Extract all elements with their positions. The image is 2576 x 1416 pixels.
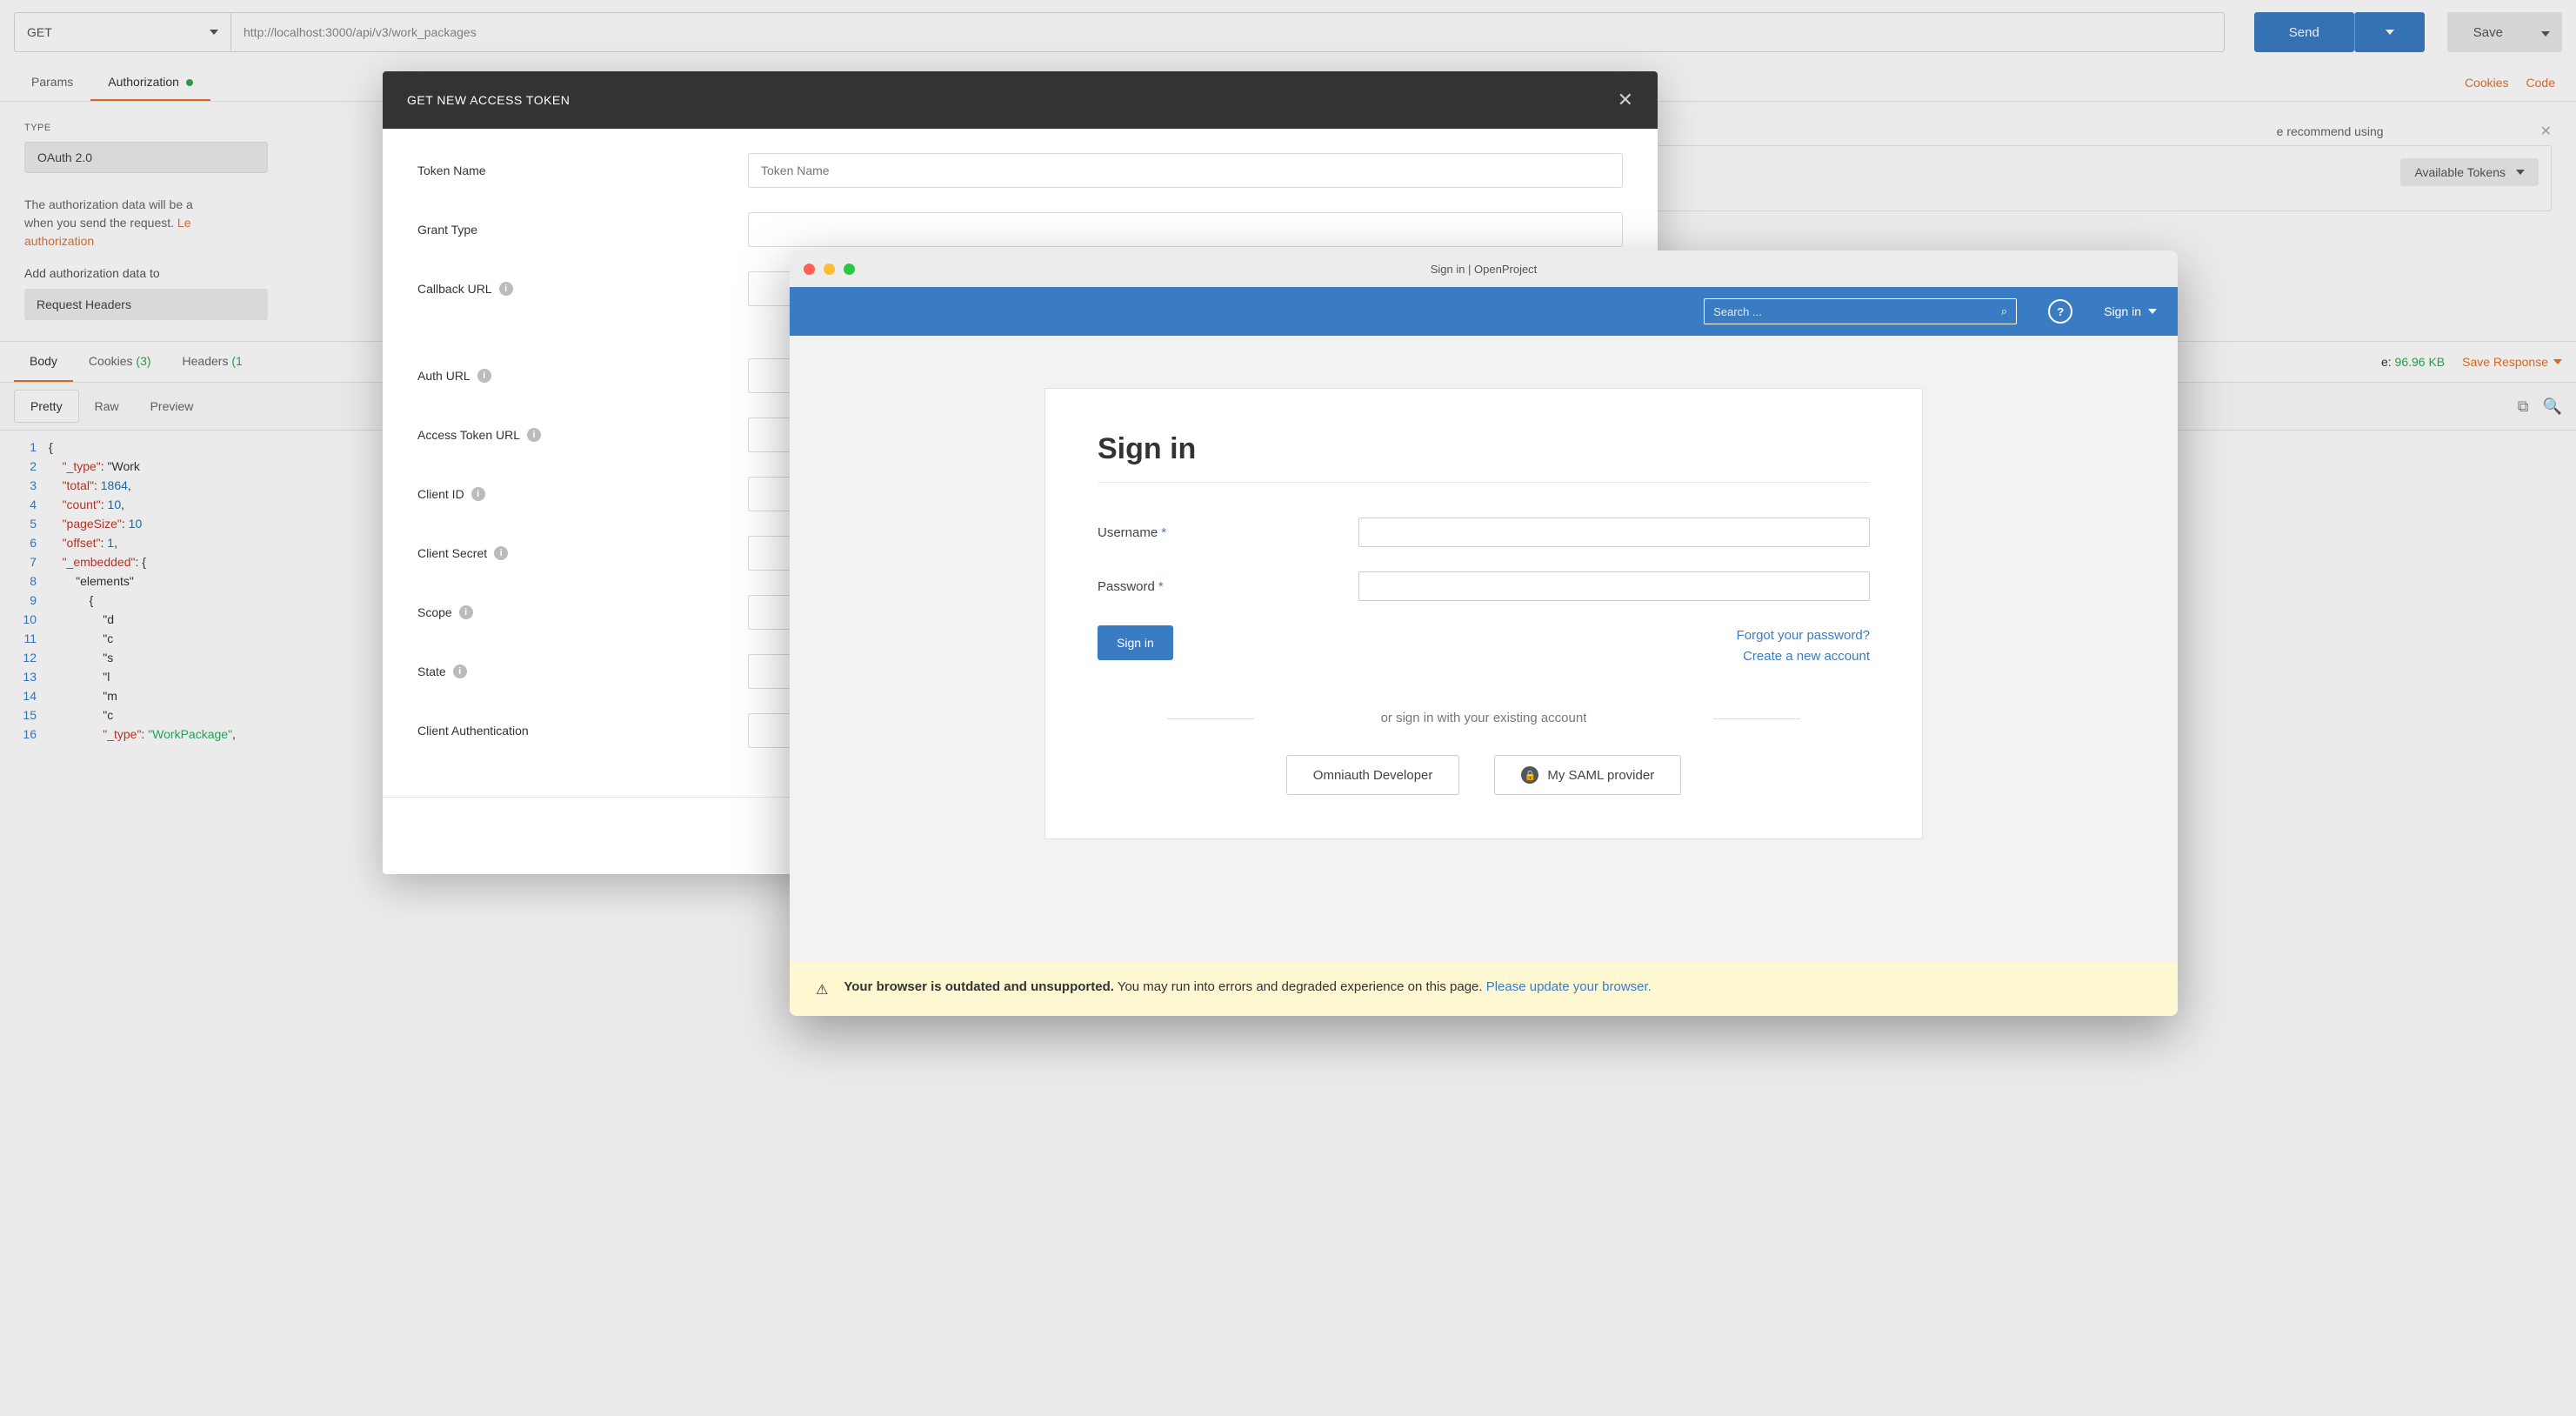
password-input[interactable] — [1358, 571, 1870, 601]
password-label: Password* — [1098, 579, 1358, 594]
openproject-header: ⌕ ? Sign in — [790, 287, 2178, 336]
access-token-url-label: Access Token URL i — [417, 428, 748, 442]
browser-warning-banner: ⚠ Your browser is outdated and unsupport… — [790, 962, 2178, 1016]
token-name-input[interactable] — [748, 153, 1623, 188]
create-account-link[interactable]: Create a new account — [1737, 646, 1870, 667]
forgot-password-link[interactable]: Forgot your password? — [1737, 625, 1870, 646]
callback-url-label: Callback URL i — [417, 282, 748, 296]
info-icon[interactable]: i — [471, 487, 485, 501]
info-icon[interactable]: i — [494, 546, 508, 560]
client-id-label: Client ID i — [417, 487, 748, 501]
window-title: Sign in | OpenProject — [790, 263, 2178, 276]
info-icon[interactable]: i — [459, 605, 473, 619]
signin-card: Sign in Username* Password* Sign in — [1044, 388, 1923, 839]
signin-heading: Sign in — [1098, 432, 1870, 483]
signin-button[interactable]: Sign in — [1098, 625, 1173, 660]
warning-icon: ⚠ — [816, 981, 828, 999]
search-input[interactable] — [1713, 305, 2001, 318]
info-icon[interactable]: i — [527, 428, 541, 442]
warning-text: You may run into errors and degraded exp… — [1114, 979, 1486, 994]
openproject-body: Sign in Username* Password* Sign in — [790, 336, 2178, 962]
help-icon[interactable]: ? — [2048, 299, 2072, 324]
divider-text: or sign in with your existing account — [1098, 711, 1870, 725]
omniauth-developer-button[interactable]: Omniauth Developer — [1286, 755, 1460, 795]
info-icon[interactable]: i — [499, 282, 513, 296]
info-icon[interactable]: i — [477, 369, 491, 383]
client-secret-label: Client Secret i — [417, 546, 748, 560]
lock-icon: 🔒 — [1521, 766, 1538, 784]
signin-dropdown[interactable]: Sign in — [2104, 304, 2157, 318]
signin-label: Sign in — [2104, 304, 2141, 318]
chevron-down-icon — [2148, 309, 2157, 314]
search-input-wrapper[interactable]: ⌕ — [1704, 298, 2017, 324]
search-icon[interactable]: ⌕ — [2001, 304, 2007, 318]
modal-title: GET NEW ACCESS TOKEN — [407, 93, 570, 107]
update-browser-link[interactable]: Please update your browser. — [1486, 979, 1652, 994]
scope-label: Scope i — [417, 605, 748, 619]
auth-url-label: Auth URL i — [417, 369, 748, 383]
close-icon[interactable]: ✕ — [1618, 89, 1633, 111]
saml-provider-button[interactable]: 🔒 My SAML provider — [1494, 755, 1681, 795]
grant-type-input[interactable] — [748, 212, 1623, 247]
saml-provider-label: My SAML provider — [1547, 768, 1654, 783]
client-auth-label: Client Authentication — [417, 724, 748, 738]
info-icon[interactable]: i — [453, 665, 467, 678]
grant-type-label: Grant Type — [417, 223, 748, 237]
warning-bold: Your browser is outdated and unsupported… — [844, 979, 1114, 994]
window-titlebar: Sign in | OpenProject — [790, 250, 2178, 287]
oauth-browser-window: Sign in | OpenProject ⌕ ? Sign in Sign i… — [790, 250, 2178, 1016]
username-input[interactable] — [1358, 518, 1870, 547]
username-label: Username* — [1098, 525, 1358, 540]
token-name-label: Token Name — [417, 164, 748, 177]
modal-header: GET NEW ACCESS TOKEN ✕ — [383, 71, 1658, 129]
state-label: State i — [417, 665, 748, 678]
